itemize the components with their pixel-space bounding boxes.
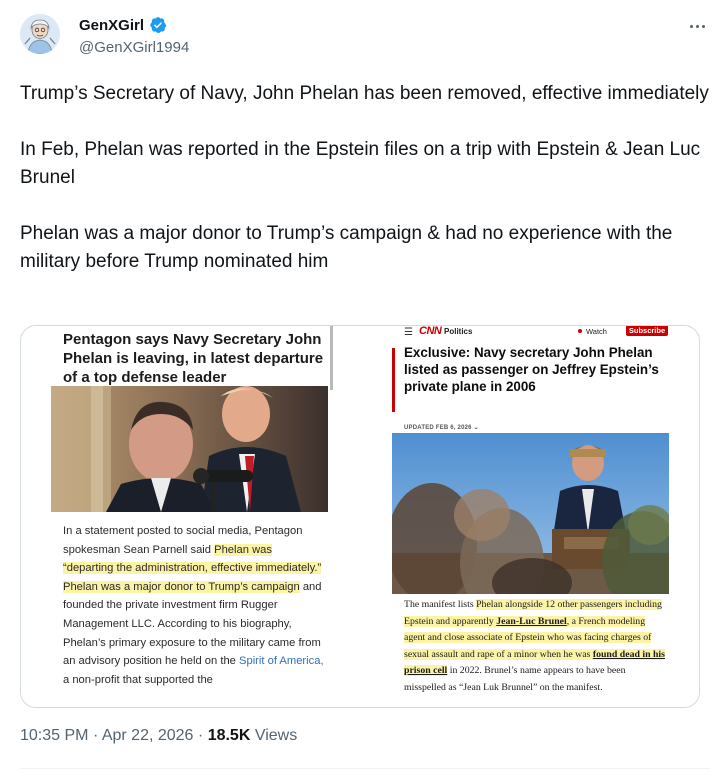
avatar[interactable] — [20, 14, 60, 54]
tweet-text: Trump’s Secretary of Navy, John Phelan h… — [20, 80, 710, 276]
cnn-logo: CNN — [419, 326, 442, 337]
views-label: Views — [254, 727, 298, 744]
tweet-paragraph: In Feb, Phelan was reported in the Epste… — [20, 139, 701, 188]
dot — [695, 24, 699, 28]
dot — [701, 24, 705, 28]
article-date: UPDATED FEB 6, 2026 ⌄ — [404, 424, 479, 431]
date-text: UPDATED FEB 6, 2026 — [404, 425, 472, 431]
tweet-header: GenXGirl @GenXGirl1994 — [20, 14, 710, 62]
body-text: a non-profit that supported the — [63, 673, 213, 686]
views-count: 18.5K — [207, 727, 251, 744]
article-headline: Exclusive: Navy secretary John Phelan li… — [404, 345, 659, 394]
article-link[interactable]: Spirit of America, — [239, 655, 324, 667]
media-image-right[interactable]: ☰ CNN Politics Watch Subscribe Exclusive… — [362, 326, 699, 707]
subscribe-button: Subscribe — [626, 326, 668, 336]
accent-bar — [392, 348, 395, 412]
section-label: Politics — [444, 327, 473, 336]
dot — [689, 24, 693, 28]
watch-link: Watch — [578, 327, 607, 336]
separator: · — [92, 727, 99, 744]
tweet-date[interactable]: Apr 22, 2026 — [102, 727, 194, 744]
user-handle[interactable]: @GenXGirl1994 — [79, 39, 189, 56]
cnn-navbar: ☰ CNN Politics Watch Subscribe — [404, 326, 694, 338]
press-photo-illustration — [51, 386, 328, 512]
hamburger-menu-icon: ☰ — [404, 327, 413, 338]
more-options-icon[interactable] — [684, 16, 710, 36]
separator: · — [197, 727, 204, 744]
body-text: The manifest lists — [404, 599, 477, 610]
tweet-time[interactable]: 10:35 PM — [20, 727, 88, 744]
avatar-cartoon-icon — [20, 14, 60, 54]
tweet-meta: 10:35 PM · Apr 22, 2026 · 18.5K Views — [20, 727, 297, 745]
divider — [330, 326, 333, 390]
tweet-paragraph: Phelan was a major donor to Trump’s camp… — [20, 223, 673, 272]
article-headline: Pentagon says Navy Secretary John Phelan… — [63, 331, 324, 386]
media-attachment[interactable]: Pentagon says Navy Secretary John Phelan… — [20, 325, 700, 708]
article-body: The manifest lists Phelan alongside 12 o… — [404, 597, 666, 697]
highlighted-text: Phelan was a major donor to Trump’s camp… — [63, 580, 300, 593]
media-image-left[interactable]: Pentagon says Navy Secretary John Phelan… — [21, 326, 358, 707]
article-photo — [51, 386, 328, 512]
name-row: GenXGirl — [79, 16, 167, 34]
divider — [20, 768, 710, 769]
article-photo — [392, 433, 669, 594]
display-name[interactable]: GenXGirl — [79, 17, 144, 34]
article-body: In a statement posted to social media, P… — [63, 522, 325, 689]
verified-badge-icon — [150, 17, 167, 34]
speech-photo-illustration — [392, 433, 669, 594]
tweet-paragraph: Trump’s Secretary of Navy, John Phelan h… — [20, 83, 709, 104]
highlighted-underlined-text: Jean-Luc Brunel — [496, 615, 567, 627]
chevron-down-icon: ⌄ — [473, 425, 479, 431]
